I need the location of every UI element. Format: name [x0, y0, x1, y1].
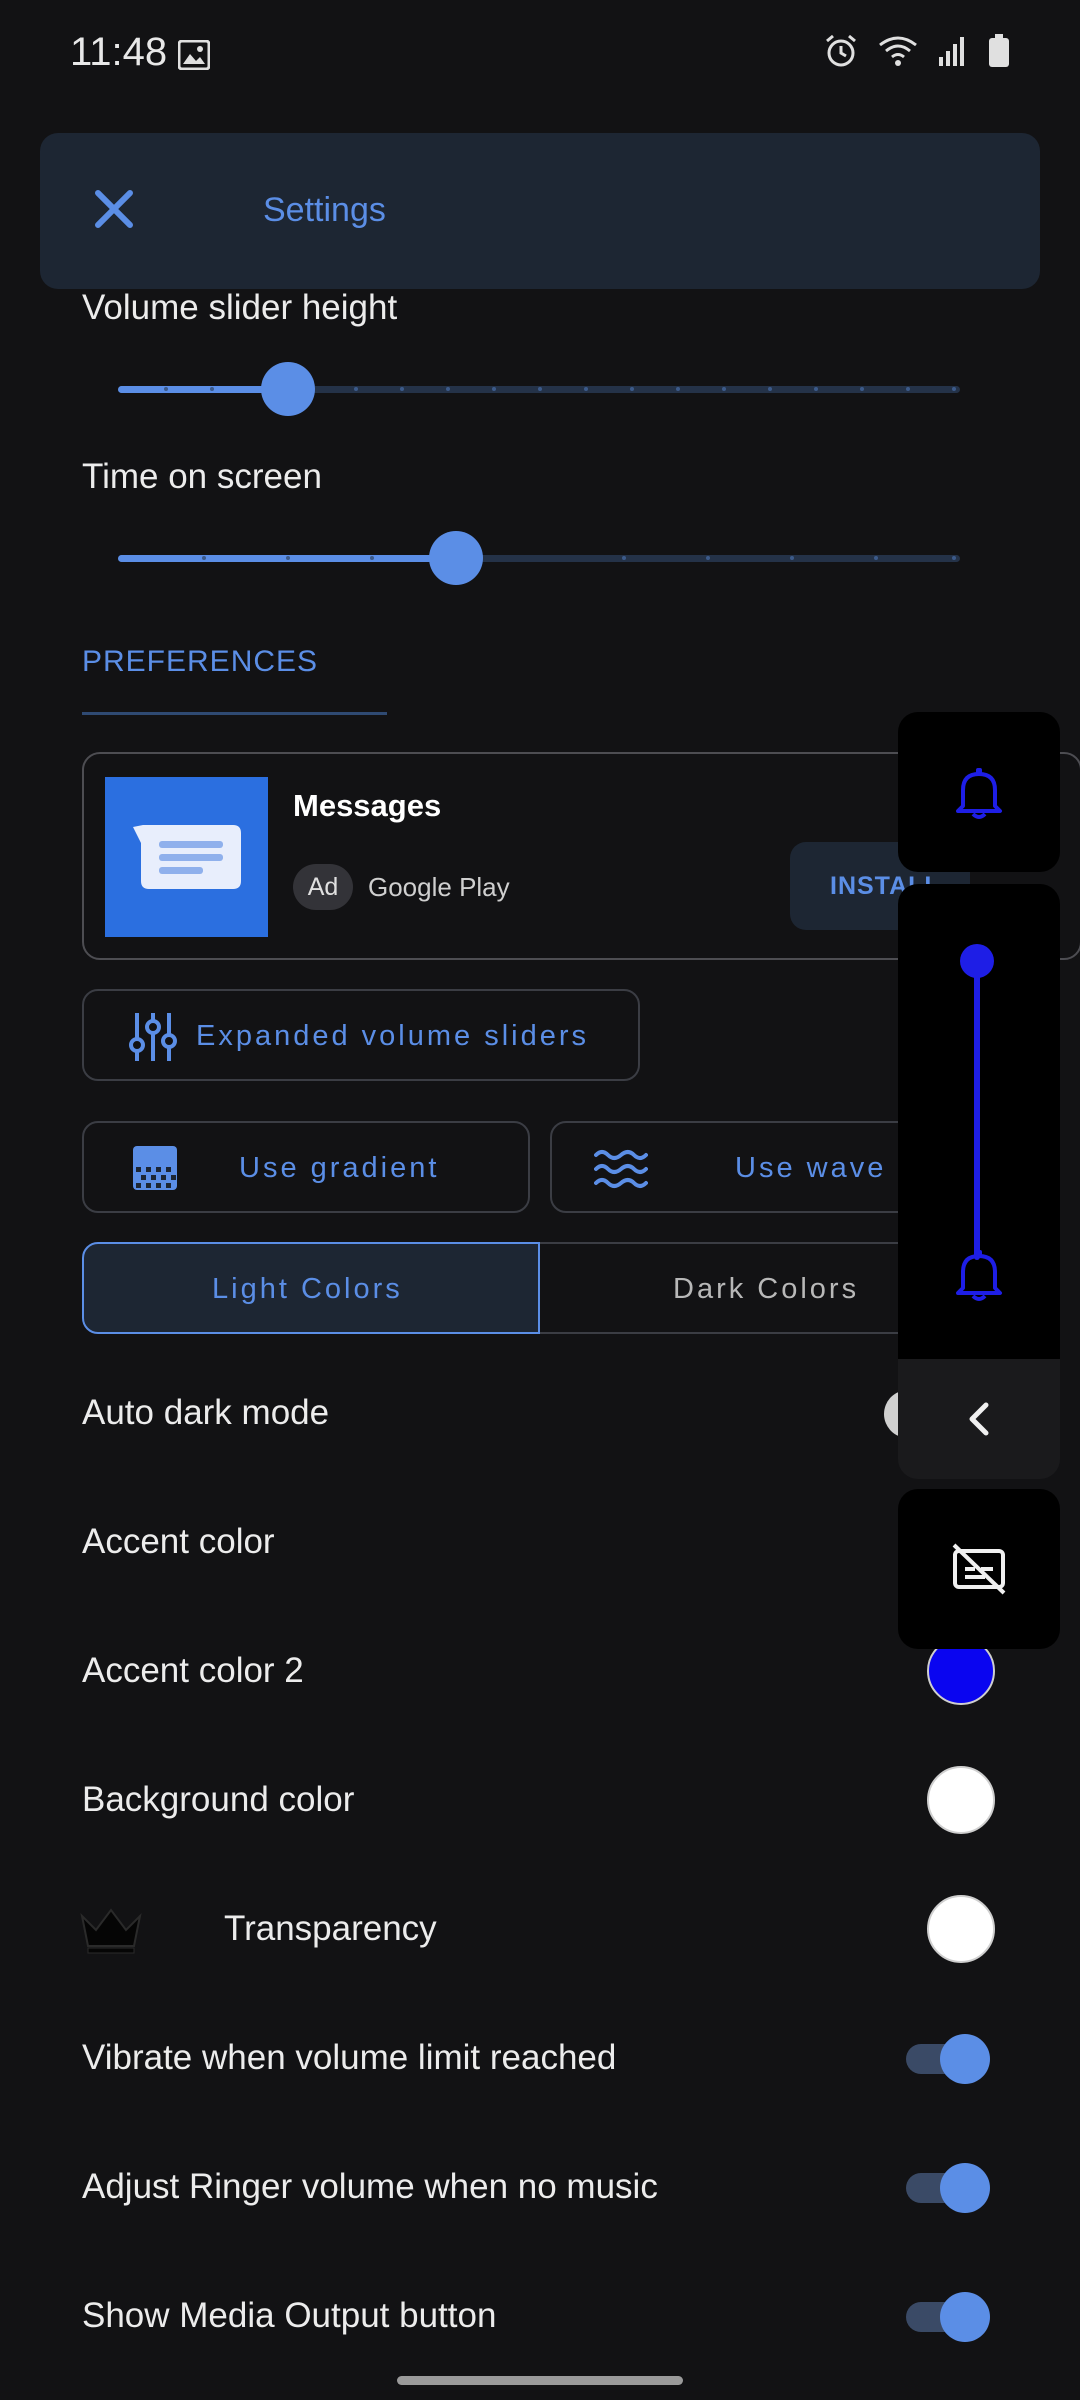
- volume-slider-height-slider[interactable]: [118, 362, 960, 416]
- close-icon[interactable]: [92, 187, 136, 236]
- chevron-left-icon: [964, 1399, 992, 1444]
- status-time: 11:48: [70, 30, 168, 74]
- captions-off-button[interactable]: [898, 1489, 1060, 1649]
- background-color-label: Background color: [82, 1780, 355, 1819]
- use-gradient-label: Use gradient: [239, 1152, 440, 1184]
- transparency-swatch[interactable]: [927, 1895, 995, 1963]
- time-on-screen-slider[interactable]: [118, 531, 960, 585]
- volume-slider-height-label: Volume slider height: [82, 288, 398, 327]
- status-icons: [824, 34, 1010, 73]
- home-indicator[interactable]: [397, 2376, 683, 2385]
- media-output-toggle[interactable]: [906, 2292, 990, 2342]
- bell-icon: [953, 1248, 1005, 1307]
- use-wave-label: Use wave: [735, 1152, 887, 1184]
- overlay-collapse-button[interactable]: [898, 1359, 1060, 1479]
- settings-header: Settings: [40, 133, 1040, 289]
- battery-icon: [988, 34, 1010, 73]
- media-output-label: Show Media Output button: [82, 2296, 497, 2335]
- time-on-screen-thumb[interactable]: [429, 531, 483, 585]
- time-on-screen-label: Time on screen: [82, 457, 322, 496]
- bell-icon: [953, 766, 1005, 825]
- expanded-volume-sliders-button[interactable]: Expanded volume sliders: [82, 989, 640, 1081]
- volume-overlay-slider[interactable]: [898, 884, 1060, 1359]
- light-colors-option[interactable]: Light Colors: [82, 1242, 540, 1334]
- transparency-label: Transparency: [224, 1909, 437, 1948]
- gradient-icon: [132, 1145, 178, 1196]
- wave-icon: [594, 1149, 648, 1194]
- signal-icon: [938, 35, 968, 72]
- wifi-icon: [878, 35, 918, 72]
- ad-source: Google Play: [368, 872, 510, 902]
- crown-icon: [80, 1908, 142, 1959]
- vibrate-label: Vibrate when volume limit reached: [82, 2038, 617, 2077]
- gallery-notification-icon: [177, 39, 211, 75]
- dark-colors-label: Dark Colors: [673, 1273, 860, 1305]
- overlay-volume-track[interactable]: [974, 960, 980, 1260]
- messages-app-icon: [105, 777, 268, 937]
- adjust-ringer-toggle[interactable]: [906, 2163, 990, 2213]
- preferences-section-title: PREFERENCES: [82, 645, 319, 678]
- overlay-volume-thumb[interactable]: [960, 944, 994, 978]
- vibrate-toggle[interactable]: [906, 2034, 990, 2084]
- accent-color-2-label: Accent color 2: [82, 1651, 304, 1690]
- sliders-icon: [129, 1011, 177, 1068]
- auto-dark-mode-label: Auto dark mode: [82, 1393, 330, 1432]
- accent-color-label: Accent color: [82, 1522, 275, 1561]
- background-color-swatch[interactable]: [927, 1766, 995, 1834]
- light-colors-label: Light Colors: [212, 1273, 403, 1305]
- ringer-mode-button[interactable]: [898, 712, 1060, 872]
- adjust-ringer-label: Adjust Ringer volume when no music: [82, 2167, 658, 2206]
- ad-badge: Ad: [293, 864, 353, 910]
- use-gradient-button[interactable]: Use gradient: [82, 1121, 530, 1213]
- page-title: Settings: [263, 191, 386, 229]
- expanded-volume-sliders-label: Expanded volume sliders: [196, 1020, 590, 1052]
- ad-app-name: Messages: [293, 788, 442, 823]
- volume-slider-height-thumb[interactable]: [261, 362, 315, 416]
- captions-off-icon: [950, 1543, 1008, 1600]
- alarm-icon: [824, 34, 858, 73]
- section-divider: [82, 712, 387, 715]
